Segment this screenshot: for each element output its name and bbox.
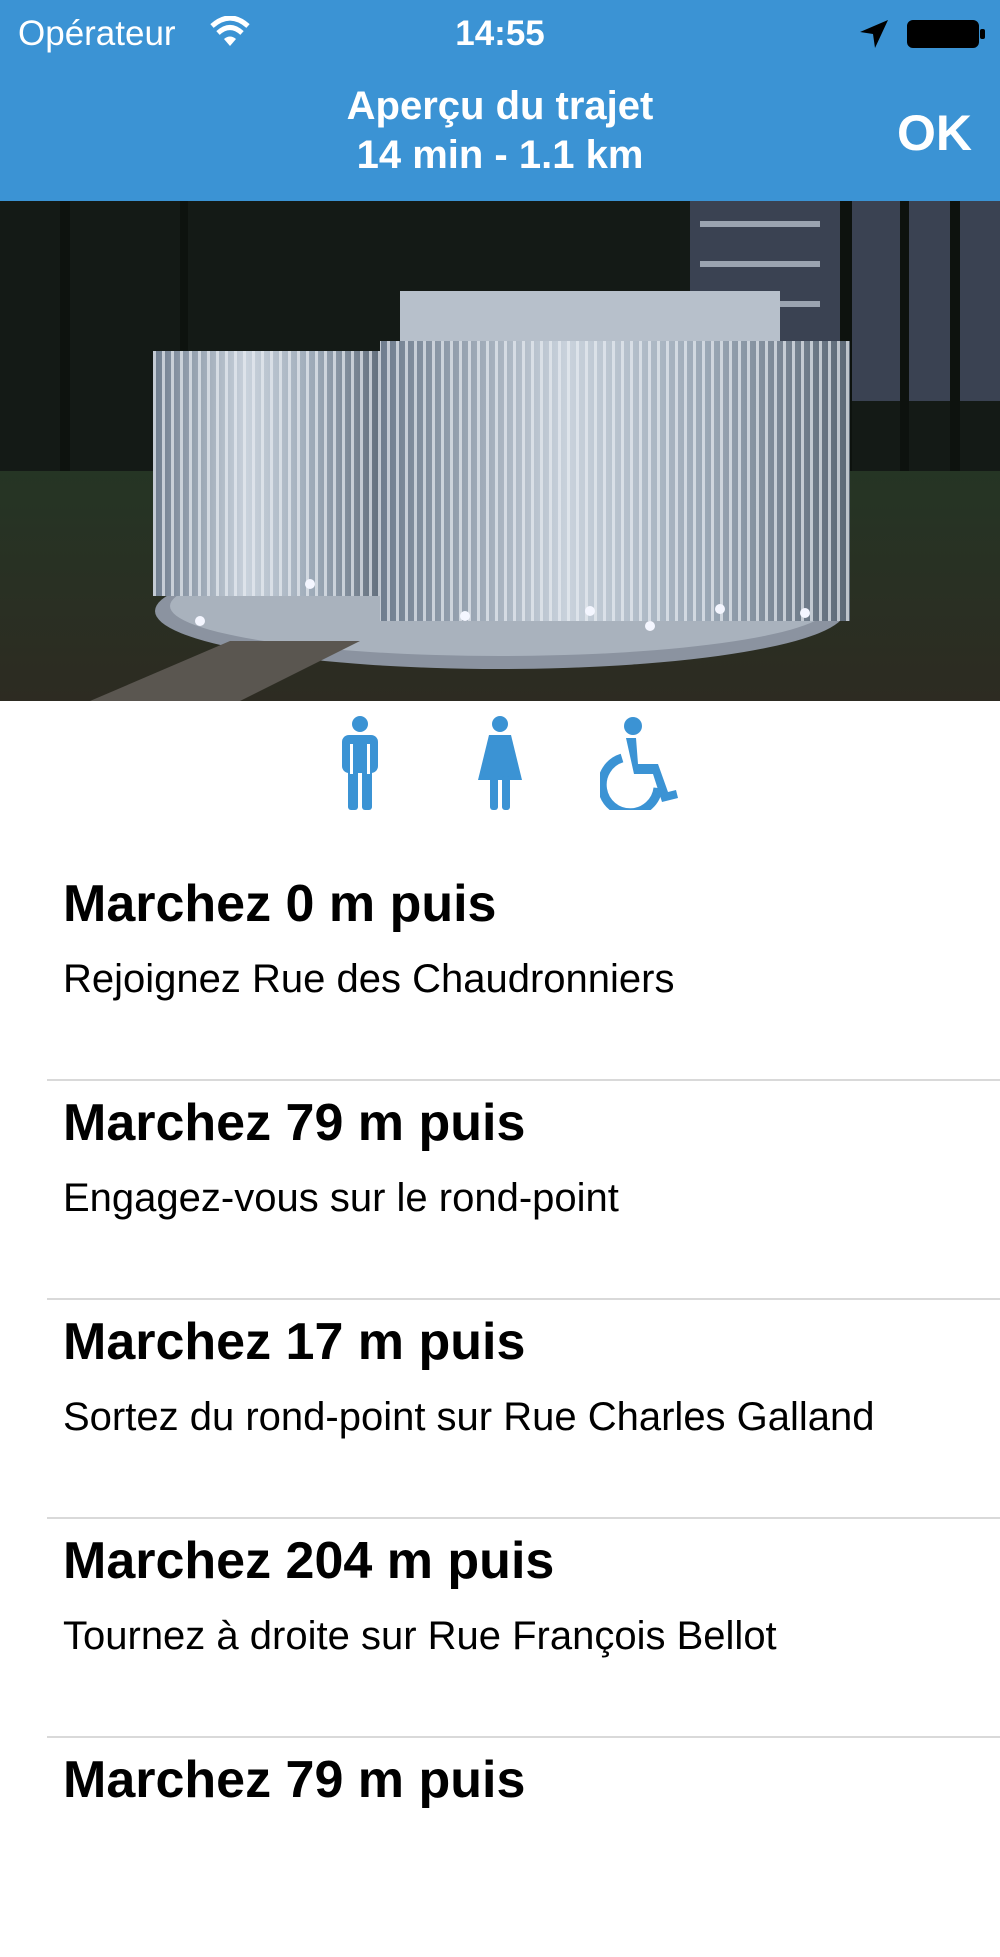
battery-icon: [907, 20, 985, 48]
list-item[interactable]: Marchez 79 m puis Engagez-vous sur le ro…: [0, 1081, 1000, 1300]
status-bar: Opérateur 14:55: [0, 0, 1000, 70]
location-photo: [0, 201, 1000, 701]
accessibility-icons: [0, 716, 1000, 816]
step-description: Engagez-vous sur le rond-point: [63, 1176, 619, 1220]
list-item[interactable]: Marchez 0 m puis Rejoignez Rue des Chaud…: [0, 862, 1000, 1081]
location-arrow-icon: [860, 20, 888, 48]
male-icon[interactable]: [338, 716, 382, 810]
route-summary: 14 min - 1.1 km: [356, 133, 644, 177]
navigation-bar: Opérateur 14:55 Aperçu du trajet 14 min …: [0, 0, 1000, 201]
directions-list: Marchez 0 m puis Rejoignez Rue des Chaud…: [0, 862, 1000, 1957]
step-description: Rejoignez Rue des Chaudronniers: [63, 957, 675, 1001]
page-title: Aperçu du trajet: [346, 84, 654, 128]
list-item[interactable]: Marchez 17 m puis Sortez du rond-point s…: [0, 1300, 1000, 1519]
female-icon[interactable]: [475, 716, 525, 810]
ok-button[interactable]: OK: [897, 104, 972, 162]
step-title: Marchez 204 m puis: [63, 1532, 555, 1590]
nav-title-group: Aperçu du trajet 14 min - 1.1 km: [200, 82, 800, 180]
list-item[interactable]: Marchez 204 m puis Tournez à droite sur …: [0, 1519, 1000, 1738]
step-title: Marchez 79 m puis: [63, 1751, 526, 1809]
list-item[interactable]: Marchez 79 m puis: [0, 1738, 1000, 1957]
step-title: Marchez 79 m puis: [63, 1094, 526, 1152]
status-time: 14:55: [455, 14, 545, 53]
step-title: Marchez 0 m puis: [63, 875, 497, 933]
step-description: Tournez à droite sur Rue François Bellot: [63, 1614, 777, 1658]
step-description: Sortez du rond-point sur Rue Charles Gal…: [63, 1395, 875, 1439]
wheelchair-icon[interactable]: [600, 716, 680, 810]
step-title: Marchez 17 m puis: [63, 1313, 526, 1371]
